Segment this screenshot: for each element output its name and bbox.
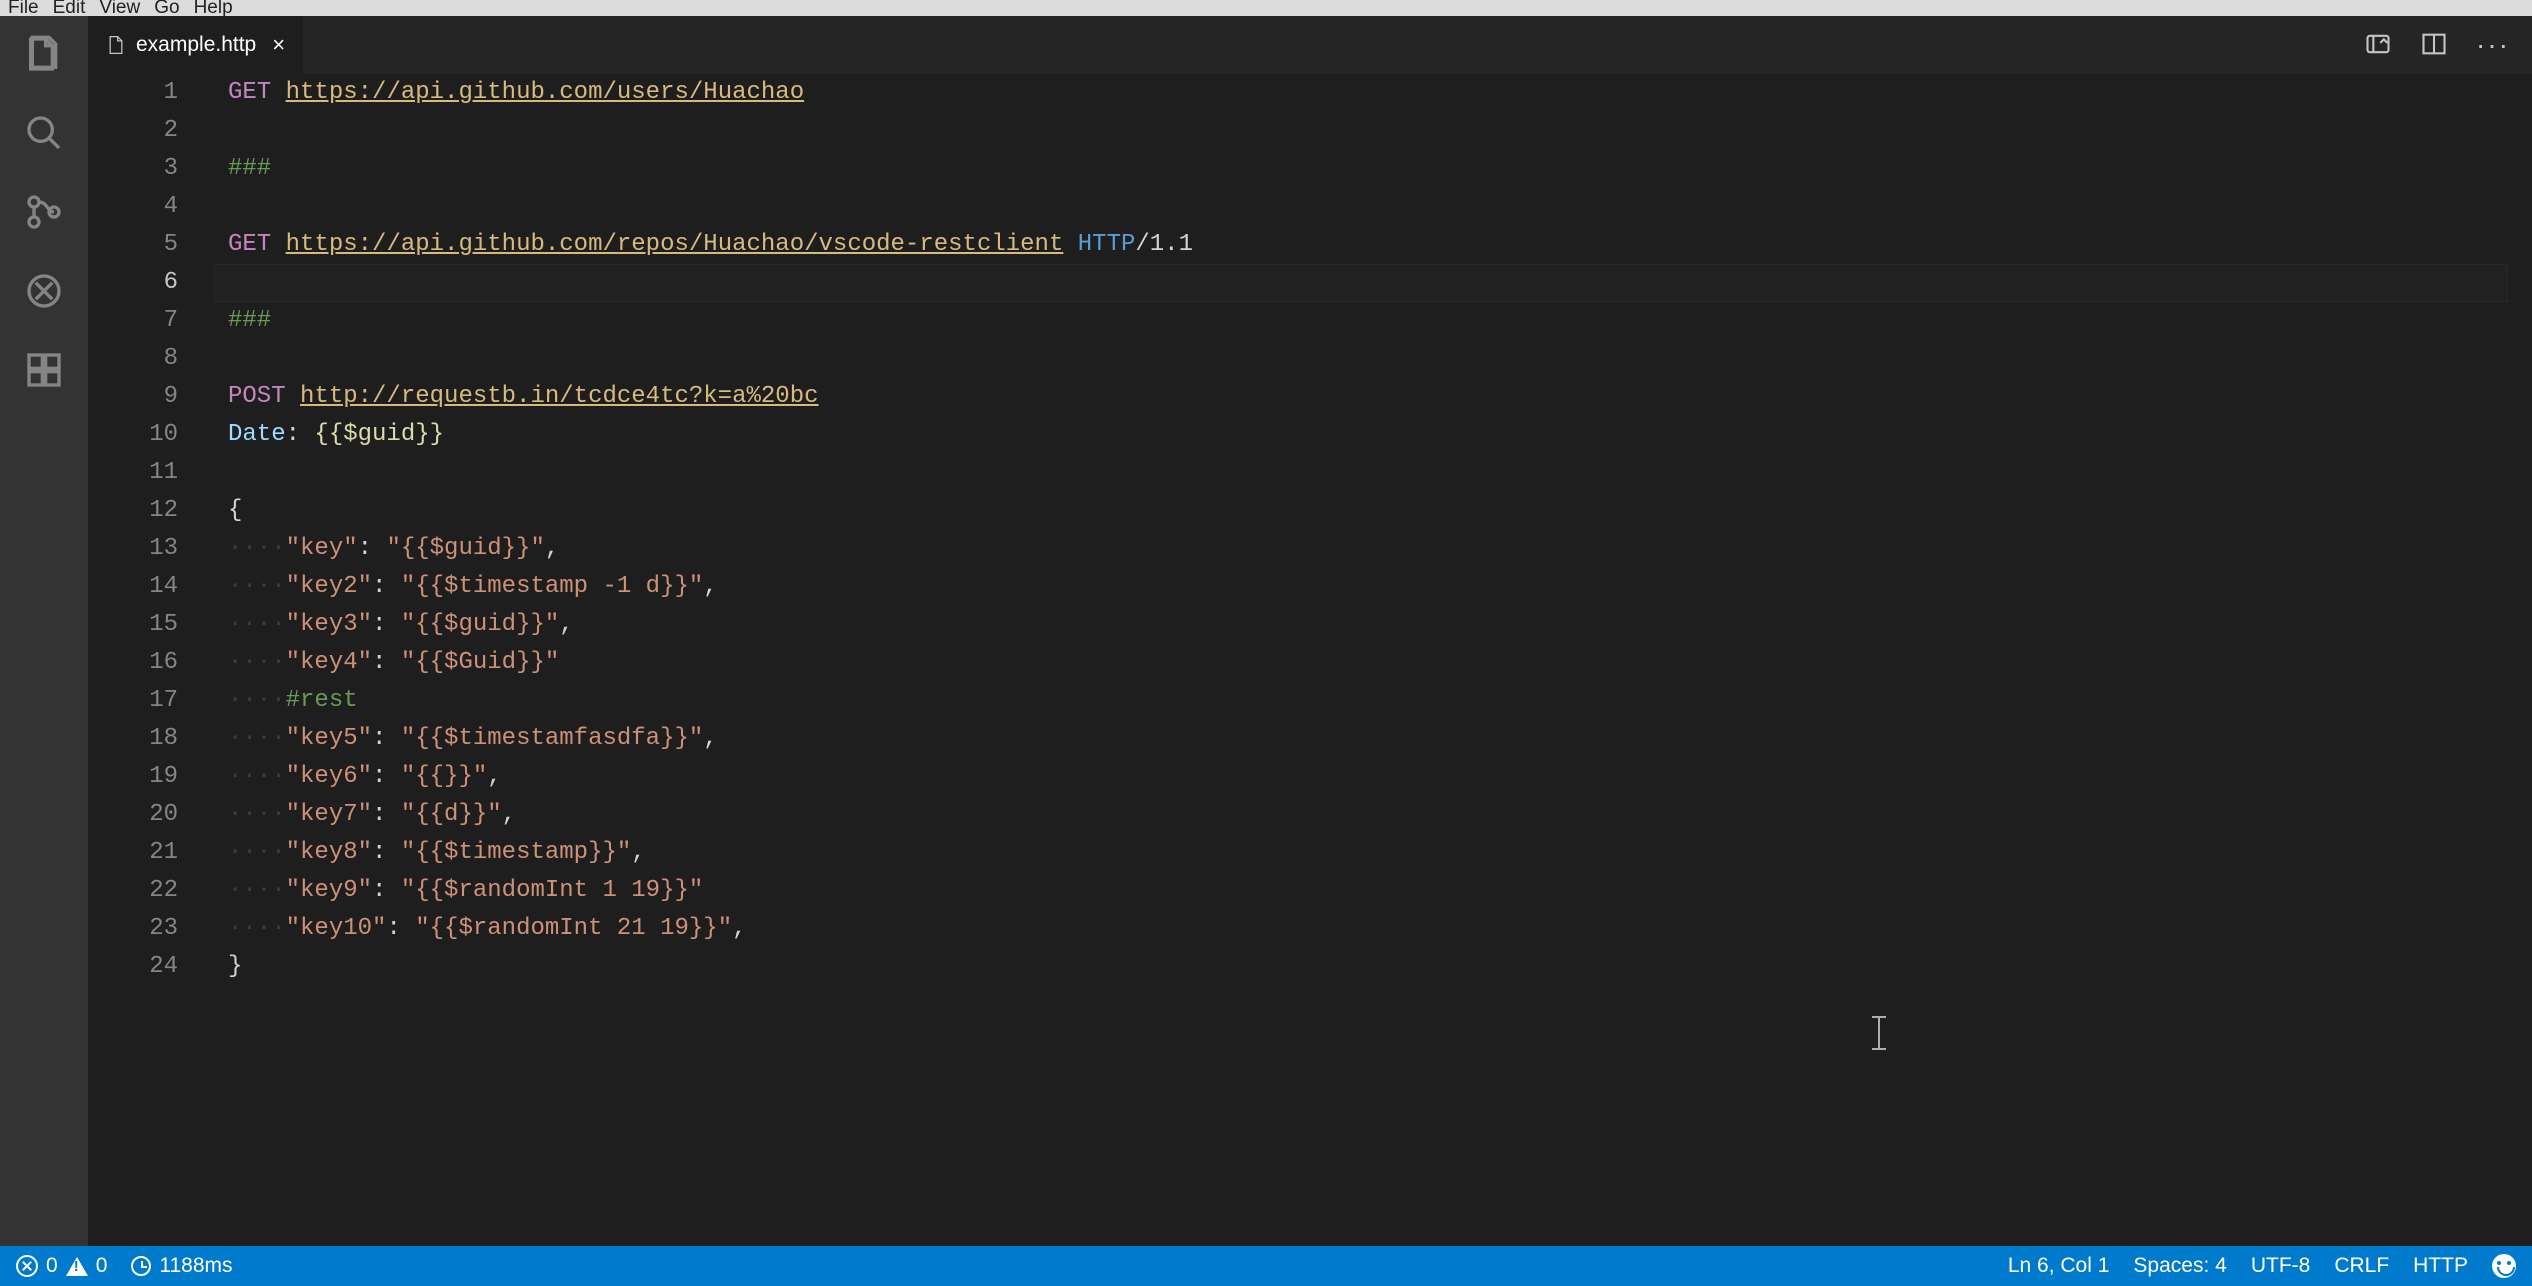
code-editor[interactable]: 123456789101112131415161718192021222324 …: [88, 74, 2532, 1246]
line-number: 1: [88, 74, 178, 112]
text-cursor-icon: [1878, 1016, 1880, 1050]
tab-filename: example.http: [136, 33, 256, 57]
more-actions-icon[interactable]: ···: [2476, 29, 2510, 61]
code-line[interactable]: POST http://requestb.in/tcdce4tc?k=a%20b…: [228, 378, 2532, 416]
status-problems[interactable]: 0 0: [16, 1254, 107, 1278]
code-line[interactable]: ###: [228, 302, 2532, 340]
line-number: 12: [88, 492, 178, 530]
code-line[interactable]: "key8": "{{$timestamp}}",: [228, 834, 2532, 872]
code-line[interactable]: GET https://api.github.com/users/Huachao: [228, 74, 2532, 112]
search-icon[interactable]: [24, 113, 64, 156]
error-count: 0: [46, 1254, 58, 1278]
line-number-gutter: 123456789101112131415161718192021222324: [88, 74, 214, 1246]
code-line[interactable]: GET https://api.github.com/repos/Huachao…: [228, 226, 2532, 264]
code-line[interactable]: "key4": "{{$Guid}}": [228, 644, 2532, 682]
activity-bar: [0, 16, 88, 1246]
code-line[interactable]: [228, 264, 2532, 302]
code-line[interactable]: "key2": "{{$timestamp -1 d}}",: [228, 568, 2532, 606]
error-icon: [16, 1255, 38, 1277]
code-line[interactable]: [228, 188, 2532, 226]
code-line[interactable]: "key7": "{{d}}",: [228, 796, 2532, 834]
line-number: 8: [88, 340, 178, 378]
line-number: 18: [88, 720, 178, 758]
timing-value: 1188ms: [159, 1254, 232, 1278]
status-feedback[interactable]: [2492, 1254, 2516, 1278]
tab-example-http[interactable]: example.http ×: [88, 16, 304, 74]
code-area[interactable]: GET https://api.github.com/users/Huachao…: [214, 74, 2532, 1246]
line-number: 24: [88, 948, 178, 986]
line-number: 13: [88, 530, 178, 568]
debug-icon[interactable]: [24, 271, 64, 314]
line-number: 9: [88, 378, 178, 416]
code-line[interactable]: [228, 112, 2532, 150]
compare-changes-icon[interactable]: [2364, 30, 2392, 61]
code-line[interactable]: ###: [228, 150, 2532, 188]
code-line[interactable]: Date: {{$guid}}: [228, 416, 2532, 454]
line-number: 17: [88, 682, 178, 720]
line-number: 2: [88, 112, 178, 150]
editor-actions: ···: [2364, 16, 2532, 74]
tab-spacer: [304, 16, 2364, 74]
warning-count: 0: [96, 1254, 108, 1278]
line-number: 20: [88, 796, 178, 834]
code-line[interactable]: {: [228, 492, 2532, 530]
status-bar: 0 0 1188ms Ln 6, Col 1 Spaces: 4 UTF-8 C…: [0, 1246, 2532, 1286]
line-number: 3: [88, 150, 178, 188]
line-number: 22: [88, 872, 178, 910]
line-number: 7: [88, 302, 178, 340]
code-line[interactable]: [228, 454, 2532, 492]
status-encoding[interactable]: UTF-8: [2251, 1254, 2311, 1278]
line-number: 10: [88, 416, 178, 454]
workbench: example.http × ··· 123456789101112131415…: [0, 16, 2532, 1246]
line-number: 5: [88, 226, 178, 264]
line-number: 16: [88, 644, 178, 682]
code-line[interactable]: "key3": "{{$guid}}",: [228, 606, 2532, 644]
line-number: 23: [88, 910, 178, 948]
warning-icon: [66, 1257, 88, 1276]
tab-close-button[interactable]: ×: [272, 32, 285, 58]
code-line[interactable]: "key10": "{{$randomInt 21 19}}",: [228, 910, 2532, 948]
source-control-icon[interactable]: [24, 192, 64, 235]
editor-group: example.http × ··· 123456789101112131415…: [88, 16, 2532, 1246]
code-line[interactable]: }: [228, 948, 2532, 986]
code-line[interactable]: "key5": "{{$timestamfasdfa}}",: [228, 720, 2532, 758]
file-icon: [106, 33, 126, 57]
status-language[interactable]: HTTP: [2413, 1254, 2468, 1278]
status-indentation[interactable]: Spaces: 4: [2133, 1254, 2226, 1278]
line-number: 4: [88, 188, 178, 226]
clock-icon: [131, 1256, 151, 1276]
status-cursor-position[interactable]: Ln 6, Col 1: [2008, 1254, 2110, 1278]
tab-bar: example.http × ···: [88, 16, 2532, 74]
line-number: 11: [88, 454, 178, 492]
line-number: 15: [88, 606, 178, 644]
code-line[interactable]: [228, 340, 2532, 378]
code-line[interactable]: "key6": "{{}}",: [228, 758, 2532, 796]
line-number: 21: [88, 834, 178, 872]
smile-icon: [2492, 1254, 2516, 1278]
split-editor-icon[interactable]: [2420, 30, 2448, 61]
status-eol[interactable]: CRLF: [2334, 1254, 2389, 1278]
line-number: 14: [88, 568, 178, 606]
line-number: 6: [88, 264, 178, 302]
explorer-icon[interactable]: [24, 34, 64, 77]
code-line[interactable]: "key9": "{{$randomInt 1 19}}": [228, 872, 2532, 910]
extensions-icon[interactable]: [24, 350, 64, 393]
line-number: 19: [88, 758, 178, 796]
status-timing[interactable]: 1188ms: [131, 1254, 232, 1278]
code-line[interactable]: "key": "{{$guid}}",: [228, 530, 2532, 568]
code-line[interactable]: #rest: [228, 682, 2532, 720]
menu-bar: File Edit View Go Help: [0, 0, 2532, 16]
